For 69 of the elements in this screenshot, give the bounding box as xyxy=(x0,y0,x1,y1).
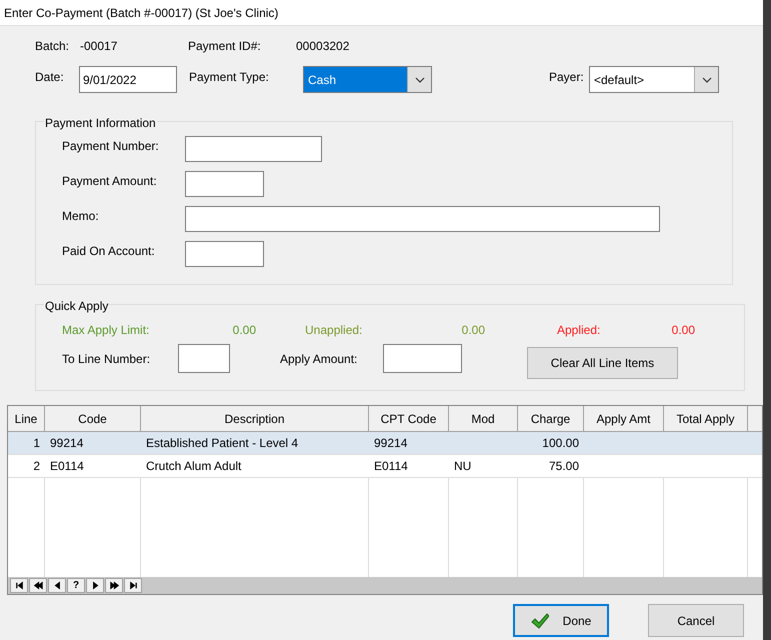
field-label: To Line Number: xyxy=(62,351,152,368)
field-label: Memo: xyxy=(62,208,100,225)
caret-icon xyxy=(702,76,712,82)
prior-icon xyxy=(52,581,62,590)
window-title: Enter Co-Payment (Batch #-00017) (St Joe's Clinic) xyxy=(4,4,278,22)
input-field[interactable] xyxy=(185,136,322,162)
payment-id: 00003202 xyxy=(296,38,350,55)
field-label: Apply Amount: xyxy=(280,351,358,368)
column-header[interactable]: Charge xyxy=(518,406,584,431)
nav-button[interactable] xyxy=(10,578,28,593)
field-label: Payment Type: xyxy=(189,69,270,86)
table-cell-text: E0114 xyxy=(50,458,84,475)
last-icon xyxy=(128,581,138,590)
table-cell-text: 100.00 xyxy=(542,435,579,452)
input-field[interactable] xyxy=(185,171,264,197)
nav-button[interactable] xyxy=(86,578,104,593)
nav-button[interactable] xyxy=(29,578,47,593)
table-cell-text: Established Patient - Level 4 xyxy=(146,435,298,452)
nav-button[interactable] xyxy=(48,578,66,593)
total-label: Max Apply Limit: xyxy=(62,322,150,339)
field-label: Batch: xyxy=(35,38,70,55)
date-field[interactable]: 9/01/2022 xyxy=(79,66,177,93)
done-button[interactable]: Done xyxy=(513,604,609,637)
field-label: Payment Amount: xyxy=(62,173,158,190)
nav-button[interactable] xyxy=(105,578,123,593)
total-label: Applied: xyxy=(557,322,602,339)
cancel-button[interactable]: Cancel xyxy=(648,604,744,637)
batch-number: -00017 xyxy=(80,38,118,55)
total-value: 0.00 xyxy=(232,322,256,339)
nav-button[interactable] xyxy=(124,578,142,593)
table-cell-text: 2 xyxy=(33,458,40,475)
prior-page-icon xyxy=(34,581,42,590)
field-label: Payment Number: xyxy=(62,138,160,155)
column-header[interactable]: Line xyxy=(8,406,45,431)
column-header[interactable]: Code xyxy=(45,406,141,431)
table-row[interactable]: 2 E0114 Crutch Alum Adult E0114 NU 75.00 xyxy=(8,455,762,478)
checkmark-icon xyxy=(530,612,549,628)
table-cell-text: Crutch Alum Adult xyxy=(146,458,242,475)
first-icon xyxy=(14,581,24,590)
column-header[interactable]: Description xyxy=(141,406,369,431)
field-label: Date: xyxy=(35,69,65,86)
table-cell-text: NU xyxy=(454,458,472,475)
next-page-icon xyxy=(110,581,118,590)
input-field[interactable] xyxy=(383,344,462,373)
caret-icon xyxy=(414,76,424,82)
table-cell-text: E0114 xyxy=(374,458,408,475)
column-header[interactable]: Mod xyxy=(449,406,518,431)
total-value: 0.00 xyxy=(670,322,695,339)
field-label: Payer: xyxy=(549,69,585,86)
table-cell-text: 99214 xyxy=(374,435,408,452)
column-header[interactable]: Total Apply xyxy=(664,406,748,431)
table-cell-text: 1 xyxy=(33,435,40,452)
nav-button[interactable]: ? xyxy=(67,578,85,593)
field-label: Paid On Account: xyxy=(62,243,156,260)
table-cell-text: 75.00 xyxy=(548,458,579,475)
total-value: 0.00 xyxy=(460,322,485,339)
input-field[interactable] xyxy=(185,241,264,267)
input-field[interactable] xyxy=(185,206,660,232)
dropdown[interactable]: <default> xyxy=(589,66,719,93)
column-header[interactable]: CPT Code xyxy=(369,406,449,431)
clear-button[interactable]: Clear All Line Items xyxy=(527,347,678,379)
field-label: Payment ID#: xyxy=(188,38,262,55)
table-row[interactable]: 1 99214 Established Patient - Level 4 99214 100.00 xyxy=(8,432,762,455)
column-header[interactable]: Apply Amt xyxy=(584,406,664,431)
next-icon xyxy=(90,581,100,590)
input-field[interactable] xyxy=(178,344,230,373)
dropdown[interactable]: Cash xyxy=(303,66,432,93)
total-label: Unapplied: xyxy=(305,322,364,339)
table-cell-text: 99214 xyxy=(50,435,84,452)
